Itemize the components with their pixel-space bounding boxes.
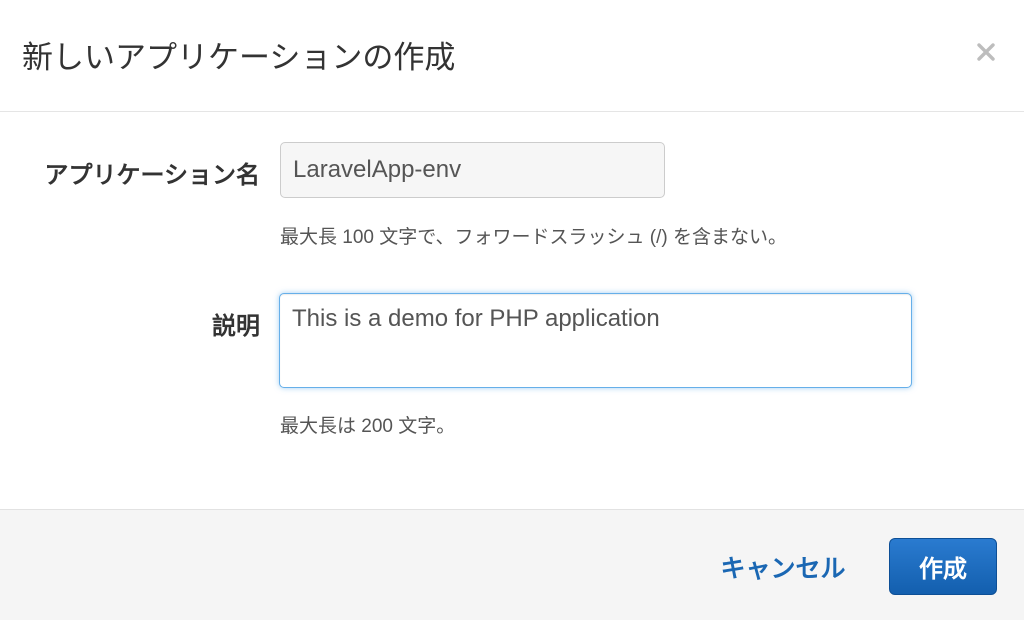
- close-button[interactable]: [972, 36, 1000, 68]
- app-name-help: 最大長 100 文字で、フォワードスラッシュ (/) を含まない。: [280, 227, 787, 248]
- description-label: 説明: [212, 313, 260, 340]
- dialog-footer: キャンセル 作成: [0, 509, 1024, 620]
- create-application-dialog: 新しいアプリケーションの作成 アプリケーション名 最大長 100 文字で、フォワ…: [0, 0, 1024, 620]
- cancel-button[interactable]: キャンセル: [706, 538, 860, 596]
- description-help: 最大長は 200 文字。: [280, 416, 456, 437]
- create-button[interactable]: 作成: [889, 538, 997, 595]
- dialog-body: アプリケーション名 最大長 100 文字で、フォワードスラッシュ (/) を含ま…: [0, 113, 1024, 509]
- dialog-header: 新しいアプリケーションの作成: [0, 0, 1024, 112]
- app-name-input[interactable]: [280, 142, 665, 198]
- app-name-label: アプリケーション名: [44, 162, 260, 189]
- description-textarea[interactable]: This is a demo for PHP application: [279, 293, 912, 388]
- dialog-title: 新しいアプリケーションの作成: [22, 40, 456, 75]
- close-icon: [977, 43, 995, 61]
